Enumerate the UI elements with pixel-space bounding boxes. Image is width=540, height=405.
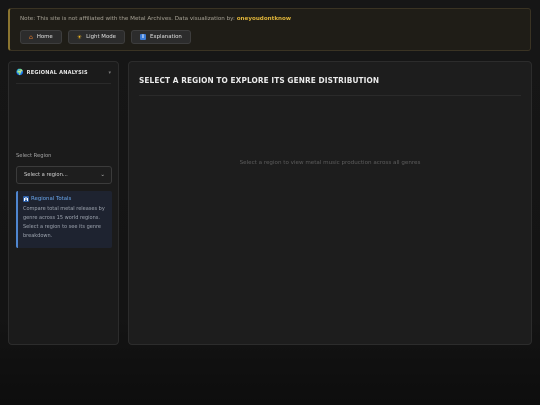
sun-icon: ☀ — [76, 33, 83, 41]
panel-divider — [139, 95, 521, 96]
chevron-down-icon[interactable]: ▾ — [108, 70, 111, 76]
chevron-down-icon: ⌄ — [100, 172, 105, 178]
sidebar-title: 🌍 REGIONAL ANALYSIS — [16, 69, 88, 76]
sidebar-header[interactable]: 🌍 REGIONAL ANALYSIS ▾ — [16, 69, 111, 76]
light-mode-button-label: Light Mode — [86, 34, 116, 40]
home-button-label: Home — [36, 34, 53, 40]
empty-state-message: Select a region to view metal music prod… — [239, 160, 421, 166]
sidebar-divider — [16, 83, 111, 84]
info-title-text: Regional Totals — [31, 196, 72, 202]
regional-totals-info: Regional Totals Compare total metal rele… — [16, 191, 112, 248]
explanation-button-label: Explanation — [149, 34, 182, 40]
info-icon: i — [139, 34, 146, 40]
home-button[interactable]: ⌂ Home — [20, 30, 62, 44]
globe-icon: 🌍 — [16, 69, 24, 76]
region-select[interactable]: Select a region... ⌄ — [16, 166, 112, 184]
info-body: Compare total metal releases by genre ac… — [23, 206, 105, 239]
home-icon: ⌂ — [29, 33, 33, 41]
disclaimer-banner: Note: This site is not affiliated with t… — [8, 8, 531, 51]
select-region-label: Select Region — [16, 153, 52, 159]
disclaimer-message: Note: This site is not affiliated with t… — [20, 16, 235, 22]
bar-chart-icon — [23, 196, 29, 202]
genre-distribution-panel: SELECT A REGION TO EXPLORE ITS GENRE DIS… — [128, 61, 532, 345]
author-link[interactable]: oneyoudontknow — [237, 16, 291, 22]
explanation-button[interactable]: i Explanation — [130, 30, 191, 44]
info-title: Regional Totals — [23, 196, 107, 202]
light-mode-button[interactable]: ☀ Light Mode — [67, 30, 125, 44]
regional-analysis-sidebar: 🌍 REGIONAL ANALYSIS ▾ Select Region Sele… — [8, 61, 119, 345]
region-select-value: Select a region... — [24, 172, 68, 178]
disclaimer-text: Note: This site is not affiliated with t… — [20, 16, 291, 22]
panel-title: SELECT A REGION TO EXPLORE ITS GENRE DIS… — [139, 75, 380, 85]
sidebar-title-text: REGIONAL ANALYSIS — [26, 69, 88, 76]
nav-button-row: ⌂ Home ☀ Light Mode i Explanation — [20, 30, 191, 44]
